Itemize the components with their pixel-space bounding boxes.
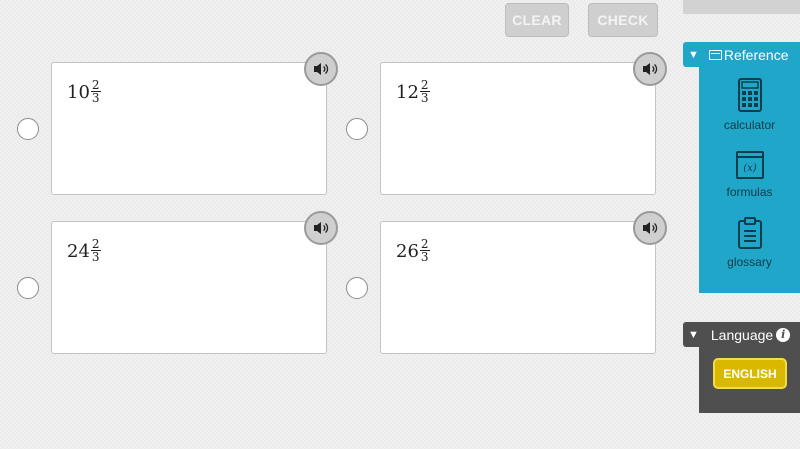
language-title: Language	[710, 326, 774, 343]
calculator-label: calculator	[723, 118, 776, 132]
answer-radio-2[interactable]	[346, 118, 368, 140]
fraction: 2 3	[419, 238, 430, 264]
formulas-tool[interactable]: (x) formulas	[699, 151, 800, 199]
language-header[interactable]: ▼ Language i	[683, 322, 800, 347]
whole-part: 10	[67, 81, 90, 103]
answer-card-3[interactable]: 24 2 3	[51, 221, 327, 354]
whole-part: 12	[396, 81, 419, 103]
denominator: 3	[420, 91, 429, 105]
reference-title: Reference	[723, 46, 789, 63]
denominator: 3	[91, 250, 100, 264]
whole-part: 26	[396, 240, 419, 262]
formula-glyph: (x)	[743, 163, 757, 174]
formula-icon: (x)	[735, 151, 764, 179]
reference-header[interactable]: ▼ Reference	[683, 42, 800, 67]
speaker-icon[interactable]	[633, 211, 667, 245]
speaker-icon[interactable]	[633, 52, 667, 86]
clipboard-icon	[737, 217, 762, 249]
fraction: 2 3	[419, 79, 430, 105]
answer-card-1[interactable]: 10 2 3	[51, 62, 327, 195]
info-icon[interactable]: i	[776, 327, 791, 342]
answer-radio-4[interactable]	[346, 277, 368, 299]
mixed-number-2: 12 2 3	[396, 79, 430, 105]
whole-part: 24	[67, 240, 90, 262]
answer-radio-1[interactable]	[17, 118, 39, 140]
mixed-number-4: 26 2 3	[396, 238, 430, 264]
collapse-triangle-icon[interactable]: ▼	[688, 49, 699, 61]
answer-card-2[interactable]: 12 2 3	[380, 62, 656, 195]
english-button[interactable]: ENGLISH	[713, 358, 787, 389]
fraction: 2 3	[90, 79, 101, 105]
glossary-tool[interactable]: glossary	[699, 217, 800, 269]
answer-card-4[interactable]: 26 2 3	[380, 221, 656, 354]
calculator-tool[interactable]: calculator	[699, 78, 800, 132]
mixed-number-3: 24 2 3	[67, 238, 101, 264]
check-button[interactable]: CHECK	[588, 3, 658, 37]
denominator: 3	[420, 250, 429, 264]
fraction: 2 3	[90, 238, 101, 264]
speaker-icon[interactable]	[304, 52, 338, 86]
clear-button[interactable]: CLEAR	[505, 3, 569, 37]
speaker-icon[interactable]	[304, 211, 338, 245]
book-icon	[708, 49, 722, 60]
formulas-label: formulas	[726, 185, 773, 199]
panel-top-strip	[683, 0, 800, 14]
denominator: 3	[91, 91, 100, 105]
collapse-triangle-icon[interactable]: ▼	[688, 329, 699, 341]
answer-radio-3[interactable]	[17, 277, 39, 299]
mixed-number-1: 10 2 3	[67, 79, 101, 105]
calculator-icon	[737, 78, 762, 112]
glossary-label: glossary	[727, 255, 772, 269]
